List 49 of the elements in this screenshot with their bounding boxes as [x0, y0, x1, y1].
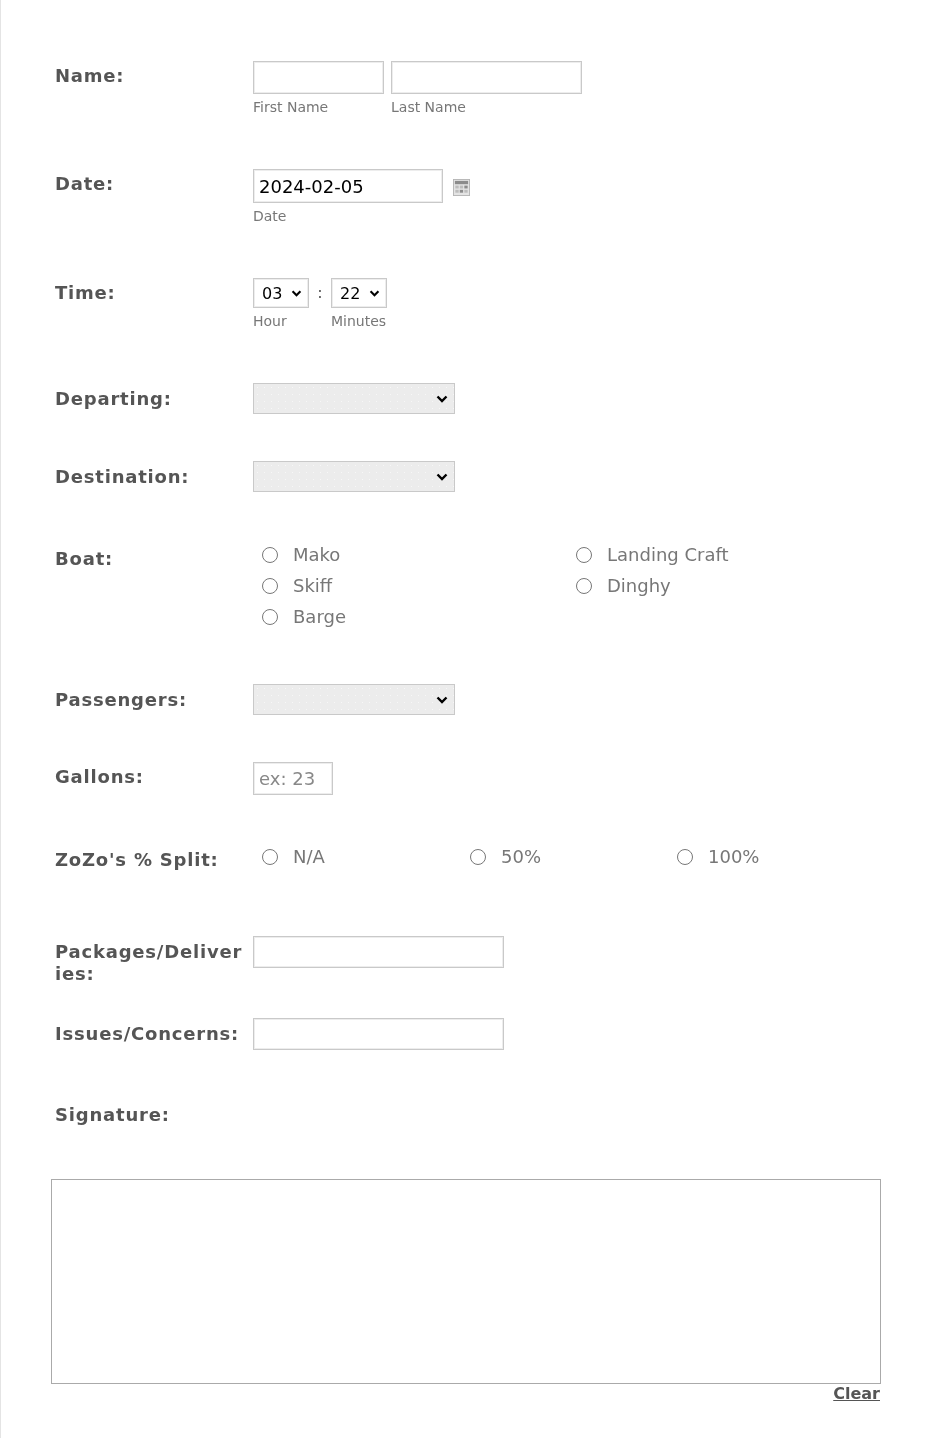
input-field[interactable]: [391, 61, 582, 94]
calendar-icon[interactable]: [453, 178, 470, 196]
radio-option[interactable]: Barge: [262, 601, 346, 632]
radio-icon[interactable]: [576, 546, 592, 563]
radio-option[interactable]: Dinghy: [576, 570, 671, 601]
field-label: Packages/Deliveries:: [55, 940, 244, 985]
field-label: ZoZo's % Split:: [55, 848, 220, 871]
date-field[interactable]: 2024-02-05: [253, 169, 443, 203]
minute-dropdown[interactable]: 22: [331, 278, 387, 308]
input-field[interactable]: [253, 936, 504, 968]
field-label: Gallons:: [55, 765, 145, 788]
hour-dropdown[interactable]: 03: [253, 278, 309, 308]
field-label: Destination:: [55, 465, 191, 488]
radio-option[interactable]: Landing Craft: [576, 539, 729, 570]
radio-icon[interactable]: [262, 577, 278, 594]
field-hint: Last Name: [391, 99, 466, 116]
radio-option[interactable]: N/A: [262, 841, 325, 872]
radio-icon[interactable]: [470, 848, 486, 865]
chevron-down-icon: [291, 289, 302, 297]
field-label: Issues/Concerns:: [55, 1022, 241, 1045]
chevron-down-icon: [436, 695, 448, 704]
chevron-down-icon: [436, 394, 448, 403]
field-hint: Minutes: [331, 313, 387, 330]
radio-icon[interactable]: [262, 848, 278, 865]
radio-icon[interactable]: [262, 608, 278, 625]
radio-icon[interactable]: [576, 577, 592, 594]
field-label: Departing:: [55, 387, 173, 410]
field-label: Name:: [55, 64, 126, 87]
time-separator: :: [316, 282, 324, 304]
field-label: Passengers:: [55, 688, 188, 711]
input-field[interactable]: ex: 23: [253, 762, 333, 795]
field-label: Date:: [55, 172, 116, 195]
field-label: Boat:: [55, 547, 115, 570]
radio-icon[interactable]: [677, 848, 693, 865]
field-hint: First Name: [253, 99, 329, 116]
input-field[interactable]: [253, 1018, 504, 1050]
field-hint: Hour: [253, 313, 287, 330]
radio-option[interactable]: 100%: [677, 841, 760, 872]
radio-icon[interactable]: [262, 546, 278, 563]
field-label: Time:: [55, 281, 117, 304]
radio-option[interactable]: Skiff: [262, 570, 333, 601]
radio-option[interactable]: Mako: [262, 539, 341, 570]
input-field[interactable]: [253, 61, 384, 94]
radio-option[interactable]: 50%: [470, 841, 541, 872]
field-hint: Date: [253, 208, 287, 225]
field-label: Signature:: [55, 1103, 171, 1126]
chevron-down-icon: [436, 472, 448, 481]
chevron-down-icon: [369, 289, 380, 297]
clear-link[interactable]: Clear: [833, 1384, 880, 1403]
